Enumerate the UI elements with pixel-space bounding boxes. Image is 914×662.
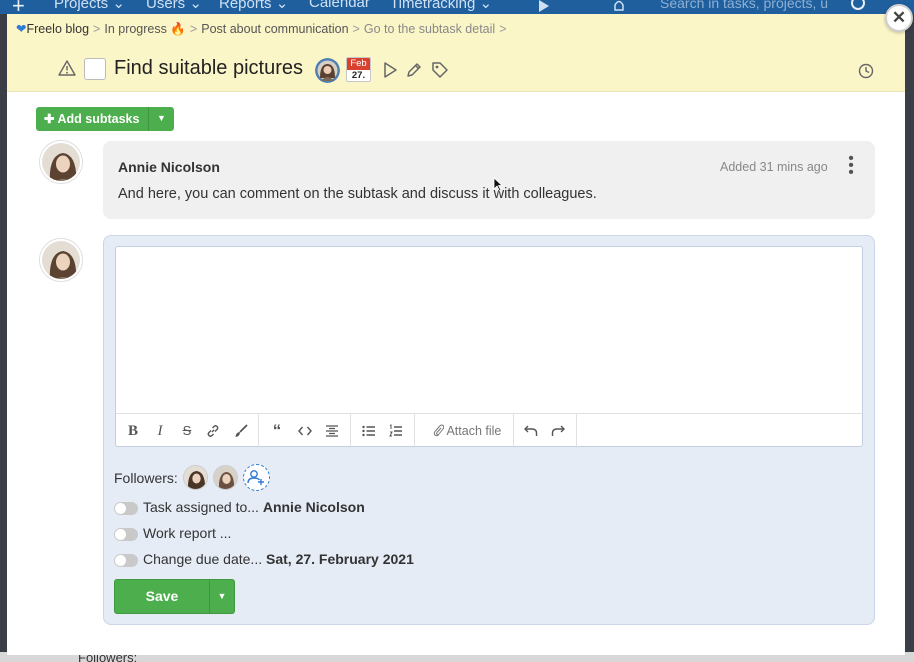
nav-calendar[interactable]: Calendar [309, 0, 370, 11]
due-date-month: Feb [347, 58, 370, 70]
fire-icon: 🔥 [166, 22, 186, 36]
background-top-nav: + Projects ⌄ Users ⌄ Reports ⌄ Calendar … [0, 0, 914, 14]
nav-users[interactable]: Users ⌄ [146, 0, 202, 12]
add-subtasks-main[interactable]: ✚ Add subtasks [36, 107, 148, 131]
quote-icon[interactable]: “ [268, 414, 286, 448]
play-icon[interactable] [538, 0, 550, 12]
toolbar-divider [258, 414, 259, 448]
strikethrough-button[interactable]: S [178, 414, 196, 448]
pencil-icon[interactable] [405, 61, 423, 79]
brush-icon[interactable] [234, 424, 248, 438]
assign-label: Task assigned to... [143, 499, 259, 515]
global-search-input[interactable]: Search in tasks, projects, u [660, 0, 828, 11]
horizontal-rule-icon[interactable] [325, 425, 339, 437]
add-follower-button[interactable] [243, 464, 270, 491]
due-date-day: 27. [351, 70, 366, 81]
comment: Annie Nicolson Added 31 mins ago • • • And… [103, 141, 875, 219]
save-button[interactable]: Save [115, 580, 209, 613]
assign-value[interactable]: Annie Nicolson [263, 499, 365, 515]
more-options-icon[interactable]: • • • [845, 151, 857, 181]
breadcrumb-separator: > [352, 22, 360, 36]
save-button-group: Save ▼ [114, 579, 235, 614]
plus-icon: ✚ [44, 112, 58, 126]
caret-down-icon: ▼ [157, 113, 166, 123]
breadcrumb: ❤Freelo blog > In progress 🔥 > Post about co… [16, 21, 511, 37]
attach-file-label: Attach file [446, 424, 502, 438]
due-date-label: Change due date... [143, 551, 263, 567]
comment-timestamp: Added 31 mins ago [720, 160, 828, 174]
search-icon[interactable] [850, 0, 868, 12]
comment-composer: B I S “ Attach file Followers: Task assi… [103, 235, 875, 625]
plus-icon[interactable]: + [12, 0, 25, 14]
breadcrumb-separator: > [93, 22, 101, 36]
comment-author: Annie Nicolson [118, 159, 220, 175]
breadcrumb-task[interactable]: Post about communication [201, 22, 348, 36]
toolbar-divider [414, 414, 415, 448]
due-date-badge[interactable]: Feb 27. [346, 57, 371, 82]
comment-text: And here, you can comment on the subtask… [118, 186, 597, 202]
paperclip-icon [433, 424, 444, 437]
assign-toggle[interactable] [114, 502, 138, 515]
toolbar-divider [350, 414, 351, 448]
clock-icon[interactable] [857, 62, 875, 80]
add-subtasks-label: Add subtasks [57, 112, 140, 126]
undo-icon[interactable] [524, 425, 538, 437]
due-date-value[interactable]: Sat, 27. February 2021 [266, 551, 414, 567]
breadcrumb-separator: > [499, 22, 507, 36]
toolbar-divider [513, 414, 514, 448]
save-options-dropdown[interactable]: ▼ [209, 580, 234, 613]
close-modal-button[interactable]: ✕ [885, 4, 913, 32]
current-user-avatar [40, 239, 82, 281]
toolbar-divider [576, 414, 577, 448]
editor-toolbar: B I S “ Attach file [116, 413, 862, 448]
comment-input[interactable] [116, 247, 862, 413]
follower-avatar[interactable] [183, 465, 208, 490]
code-icon[interactable] [298, 425, 312, 437]
bell-icon[interactable] [612, 0, 626, 12]
task-header: ❤Freelo blog > In progress 🔥 > Post about co… [7, 14, 905, 92]
nav-reports[interactable]: Reports ⌄ [219, 0, 288, 12]
work-report-toggle[interactable] [114, 528, 138, 541]
work-report-label: Work report ... [143, 525, 232, 541]
warning-icon[interactable] [58, 60, 76, 76]
breadcrumb-project[interactable]: Freelo blog [26, 22, 89, 36]
play-icon[interactable] [381, 61, 399, 79]
followers-label: Followers: [114, 470, 178, 486]
close-icon: ✕ [891, 8, 907, 27]
add-subtasks-button[interactable]: ✚ Add subtasks ▼ [36, 107, 174, 131]
breadcrumb-list[interactable]: In progress [104, 22, 167, 36]
numbered-list-icon[interactable] [389, 424, 403, 438]
heart-icon: ❤ [16, 22, 27, 36]
caret-down-icon: ▼ [217, 591, 227, 601]
mouse-cursor-icon [493, 177, 503, 192]
task-title[interactable]: Find suitable pictures [114, 57, 303, 80]
due-date-toggle[interactable] [114, 554, 138, 567]
nav-projects[interactable]: Projects ⌄ [54, 0, 125, 12]
redo-icon[interactable] [551, 425, 565, 437]
subtask-detail-modal: ❤Freelo blog > In progress 🔥 > Post about co… [7, 14, 905, 655]
task-complete-checkbox[interactable] [84, 58, 106, 80]
tag-icon[interactable] [431, 61, 449, 79]
assignee-avatar[interactable] [315, 58, 340, 83]
bulleted-list-icon[interactable] [362, 425, 376, 437]
add-subtasks-dropdown[interactable]: ▼ [148, 107, 174, 131]
attach-file-button[interactable]: Attach file [422, 414, 512, 448]
follower-avatar[interactable] [213, 465, 238, 490]
breadcrumb-subtask: Go to the subtask detail [363, 22, 496, 36]
comment-editor: B I S “ Attach file [115, 246, 863, 448]
breadcrumb-separator: > [189, 22, 198, 36]
comment-author-avatar [40, 141, 82, 183]
add-user-icon [247, 470, 264, 485]
italic-button[interactable]: I [151, 414, 169, 448]
bold-button[interactable]: B [124, 414, 142, 448]
nav-timetracking[interactable]: Timetracking ⌄ [390, 0, 492, 12]
link-icon[interactable] [206, 424, 220, 438]
